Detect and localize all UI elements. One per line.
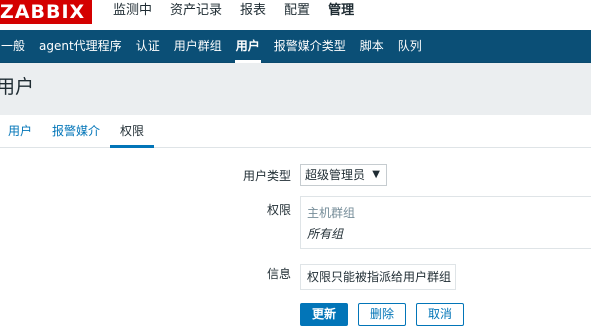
menu-monitoring[interactable]: 监测中: [104, 0, 161, 24]
zabbix-logo[interactable]: ZABBIX: [0, 0, 92, 24]
menu-configuration[interactable]: 配置: [275, 0, 319, 24]
menu-administration[interactable]: 管理: [319, 0, 363, 24]
tab-media[interactable]: 报警媒介: [52, 116, 100, 148]
menu-inventory[interactable]: 资产记录: [161, 0, 231, 24]
form-tabs: 用户 报警媒介 权限: [0, 116, 591, 148]
tab-permissions[interactable]: 权限: [110, 116, 154, 148]
submenu-queue[interactable]: 队列: [391, 30, 429, 63]
update-button[interactable]: 更新: [300, 303, 348, 326]
page-title: 用户: [0, 76, 35, 98]
permissions-row: 所有组: [307, 227, 344, 241]
sub-menu: 一般 agent代理程序 认证 用户群组 用户 报警媒介类型 脚本 队列: [0, 30, 591, 63]
user-type-value: 超级管理员: [305, 168, 366, 182]
submenu-users[interactable]: 用户: [229, 30, 267, 63]
top-header: ZABBIX 监测中 资产记录 报表 配置 管理: [0, 0, 591, 30]
info-message: 权限只能被指派给用户群组: [300, 264, 456, 290]
title-bar: [0, 63, 591, 115]
permissions-table: 主机群组 所有组: [300, 196, 591, 249]
submenu-scripts[interactable]: 脚本: [353, 30, 391, 63]
user-type-label: 用户类型: [243, 169, 292, 183]
delete-button[interactable]: 删除: [358, 303, 406, 326]
info-label: 信息: [267, 267, 292, 281]
menu-reports[interactable]: 报表: [231, 0, 275, 24]
submenu-user-groups[interactable]: 用户群组: [167, 30, 229, 63]
submenu-proxies[interactable]: agent代理程序: [32, 30, 129, 63]
submenu-media-types[interactable]: 报警媒介类型: [267, 30, 353, 63]
tab-user[interactable]: 用户: [8, 116, 32, 148]
dropdown-arrow-icon: ▼: [372, 169, 380, 180]
user-type-select[interactable]: 超级管理员 ▼: [300, 164, 387, 186]
permissions-label: 权限: [267, 203, 292, 217]
main-menu: 监测中 资产记录 报表 配置 管理: [104, 0, 363, 24]
submenu-general[interactable]: 一般: [0, 30, 32, 63]
cancel-button[interactable]: 取消: [416, 303, 464, 326]
submenu-authentication[interactable]: 认证: [129, 30, 167, 63]
permissions-column-header: 主机群组: [307, 206, 356, 220]
